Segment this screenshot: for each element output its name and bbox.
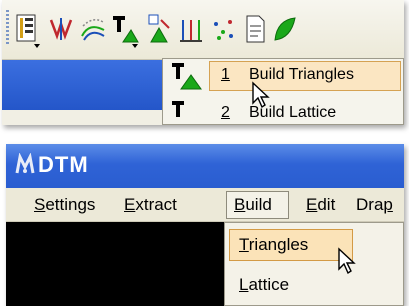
menu-mnemonic: B — [234, 195, 246, 214]
dtm-window: DTM Settings Extract Build Edit Drap Tri… — [6, 144, 404, 306]
flyout-item-build-triangles[interactable]: 1 Build Triangles — [163, 59, 404, 93]
app-icon — [15, 153, 35, 174]
graph-icon[interactable] — [46, 8, 76, 50]
dropdown-arrow-icon — [132, 44, 138, 48]
menu-label: ettings — [45, 195, 96, 214]
window-title: DTM — [38, 152, 89, 177]
menu-mnemonic: T — [239, 235, 249, 254]
report-icon[interactable] — [12, 8, 42, 50]
window-background — [2, 110, 162, 125]
menu-label: dit — [317, 195, 336, 214]
scatter-icon[interactable] — [208, 8, 238, 50]
mouse-cursor-icon — [252, 81, 270, 109]
drawing-area[interactable] — [6, 222, 226, 306]
menu-edit[interactable]: Edit — [306, 195, 335, 215]
menu-settings[interactable]: Settings — [34, 195, 95, 215]
menu-item-triangles-label[interactable]: Triangles — [239, 235, 308, 255]
build-triangles-icon[interactable] — [110, 8, 140, 50]
flyout-item-build-lattice[interactable]: 2 Build Lattice — [163, 97, 404, 125]
menu-drap[interactable]: Drap — [356, 195, 393, 215]
title-bar-background — [2, 60, 162, 110]
leaf-icon[interactable] — [270, 8, 300, 50]
document-icon[interactable] — [240, 8, 270, 50]
title-bar[interactable]: DTM — [6, 144, 404, 188]
toolbar-grip[interactable] — [6, 10, 9, 46]
menu-label: riangles — [248, 235, 309, 254]
edit-triangles-icon[interactable] — [144, 8, 174, 50]
dropdown-arrow-icon — [34, 44, 40, 48]
menu-build[interactable]: Build — [234, 195, 272, 215]
toolbar — [2, 0, 404, 60]
mouse-cursor-icon — [338, 247, 356, 275]
menu-label: attice — [248, 275, 290, 294]
menu-item-lattice[interactable]: Lattice — [239, 275, 289, 295]
flyout-item-number: 2 — [221, 104, 230, 121]
menu-label: uild — [245, 195, 272, 214]
build-dropdown-menu: Triangles Lattice — [224, 222, 404, 306]
menu-mnemonic: S — [34, 195, 46, 214]
menu-mnemonic: E — [124, 195, 136, 214]
columns-icon[interactable] — [176, 8, 206, 50]
menu-label: xtract — [135, 195, 177, 214]
build-lattice-icon — [172, 101, 184, 117]
flyout-item-number: 1 — [221, 66, 230, 83]
menu-mnemonic: E — [306, 195, 318, 214]
contour-icon[interactable] — [78, 8, 108, 50]
menu-extract[interactable]: Extract — [124, 195, 177, 215]
build-flyout-menu: 1 Build Triangles 2 Build Lattice — [162, 58, 404, 125]
toolbar-panel: 1 Build Triangles 2 Build Lattice — [2, 0, 404, 125]
build-triangles-icon — [172, 63, 202, 90]
menu-mnemonic: p — [383, 195, 393, 214]
menu-label: Dra — [356, 195, 384, 214]
menu-bar: Settings Extract Build Edit Drap — [6, 188, 404, 222]
